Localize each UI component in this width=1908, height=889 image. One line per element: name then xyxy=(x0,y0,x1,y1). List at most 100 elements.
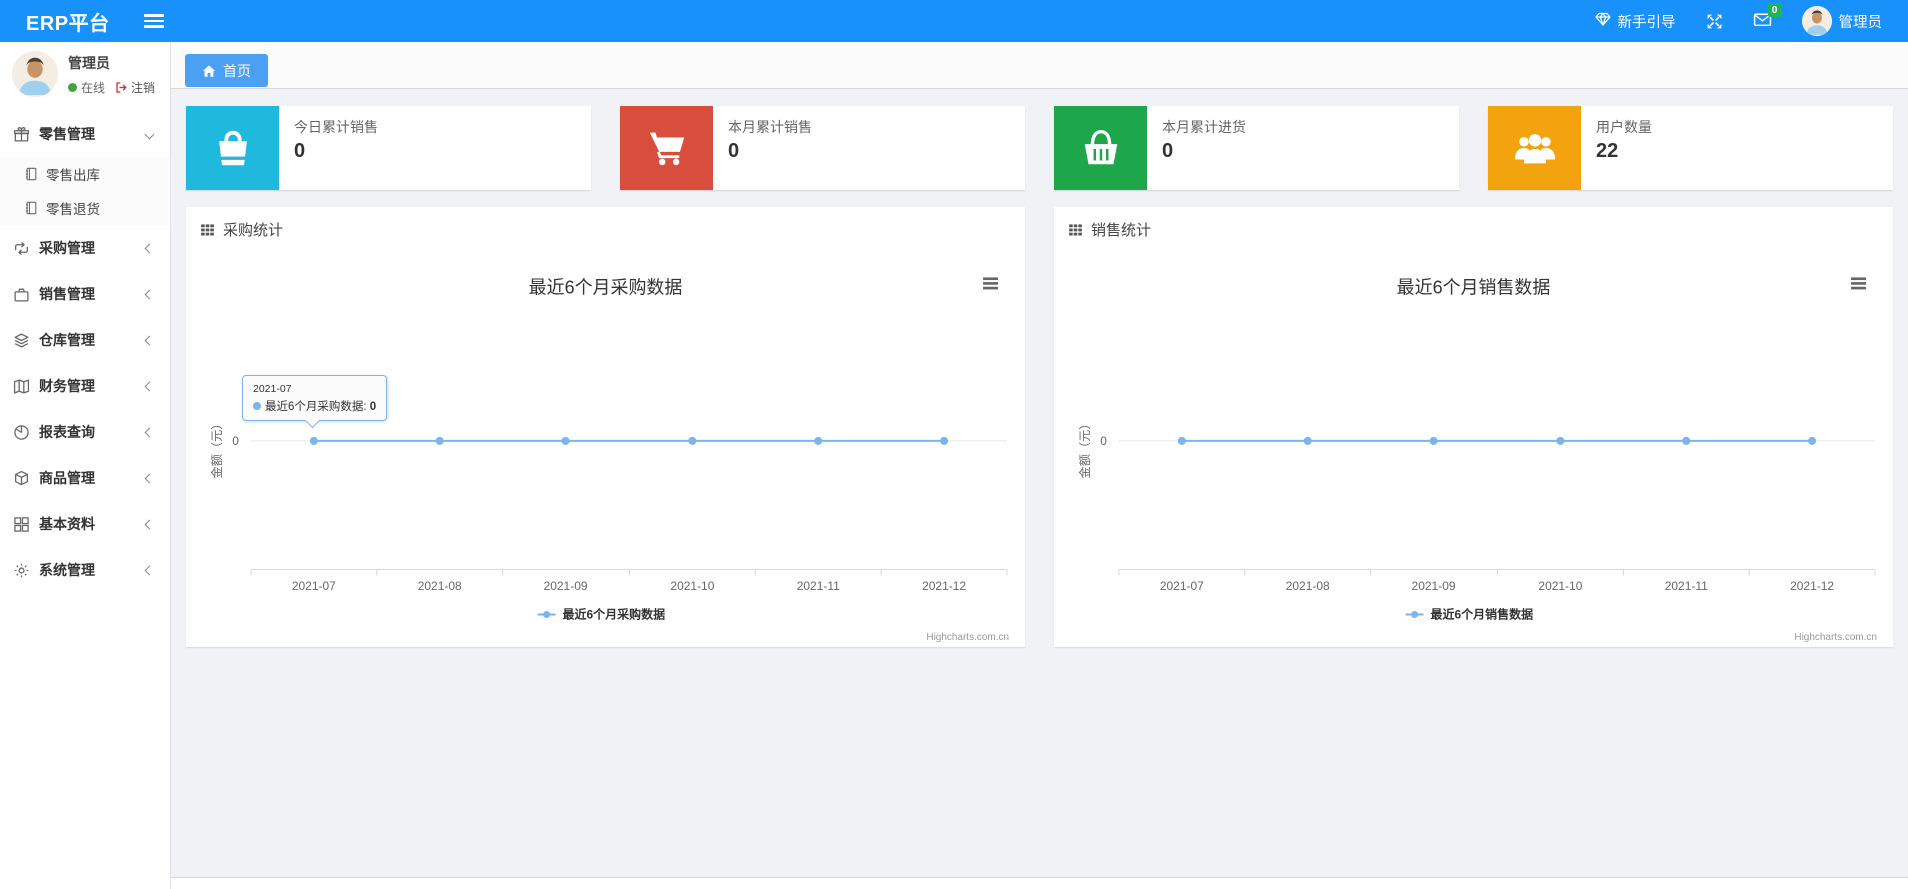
stat-value: 0 xyxy=(1162,140,1174,162)
main-area: 首页 今日累计销售 0 本月累计销售 0 本月累计进货 0 用户数量 22 采购… xyxy=(171,42,1908,889)
guide-label: 新手引导 xyxy=(1617,14,1676,31)
tab-home[interactable]: 首页 xyxy=(185,54,268,87)
purchase-chart: 最近6个月采购数据 金额（元） 0 2021-07 2021-08 2021-0… xyxy=(186,249,1025,647)
sidebar: 管理员 在线 注销 零售管理 零售出库 零售退货 采购管理 销售管理 仓库管理 … xyxy=(0,42,171,889)
tooltip-category: 2021-07 xyxy=(253,383,292,395)
x-axis xyxy=(250,568,1008,576)
sidebar-item-sales[interactable]: 销售管理 xyxy=(0,271,170,317)
chevron-left-icon xyxy=(144,473,155,483)
chevron-left-icon xyxy=(144,381,155,391)
sidebar-item-label: 零售退货 xyxy=(46,202,100,217)
sidebar-item-retail-return[interactable]: 零售退货 xyxy=(0,191,170,225)
online-dot-icon xyxy=(68,82,77,92)
retail-submenu: 零售出库 零售退货 xyxy=(0,157,170,225)
stat-label: 本月累计销售 xyxy=(728,119,812,135)
y-tick-label: 0 xyxy=(232,434,239,448)
svg-text:2021-09: 2021-09 xyxy=(544,579,588,593)
svg-text:2021-08: 2021-08 xyxy=(418,579,462,593)
grid-icon xyxy=(14,516,29,532)
avatar xyxy=(1801,6,1832,36)
briefcase-icon xyxy=(14,288,29,302)
app-logo[interactable]: ERP平台 xyxy=(0,7,132,36)
chevron-left-icon xyxy=(144,427,155,437)
legend-item[interactable]: 最近6个月采购数据 xyxy=(537,606,665,622)
user-menu[interactable]: 管理员 xyxy=(1801,6,1883,36)
layers-icon xyxy=(14,332,29,348)
stat-value: 0 xyxy=(728,140,740,162)
chart-title: 最近6个月采购数据 xyxy=(529,278,683,298)
box-icon xyxy=(15,470,28,485)
user-name: 管理员 xyxy=(68,54,110,71)
panel-title: 销售统计 xyxy=(1091,222,1152,239)
tab-bar: 首页 xyxy=(171,42,1908,89)
stat-card-today-sales: 今日累计销售 0 xyxy=(186,106,591,190)
users-icon xyxy=(1514,134,1555,164)
th-grid-icon xyxy=(1069,224,1082,236)
sidebar-item-label: 财务管理 xyxy=(39,378,95,394)
sidebar-item-retail-outbound[interactable]: 零售出库 xyxy=(0,157,170,191)
user-panel: 管理员 在线 注销 xyxy=(0,42,170,107)
gem-icon xyxy=(1594,11,1611,31)
sidebar-item-basic-data[interactable]: 基本资料 xyxy=(0,501,170,547)
purchase-stats-panel: 采购统计 最近6个月采购数据 金额（元） 0 2021-07 2021-08 2… xyxy=(186,207,1025,647)
sidebar-item-warehouse[interactable]: 仓库管理 xyxy=(0,317,170,363)
svg-text:2021-11: 2021-11 xyxy=(1665,579,1708,593)
svg-text:2021-10: 2021-10 xyxy=(1538,579,1582,593)
sales-chart: 最近6个月销售数据 金额（元） 0 2021-07 2021-08 2021-0… xyxy=(1054,249,1893,647)
chart-credit[interactable]: Highcharts.com.cn xyxy=(1794,632,1877,643)
guide-link[interactable]: 新手引导 xyxy=(1594,11,1676,32)
y-axis-title: 金额（元） xyxy=(209,418,224,479)
stat-card-user-count: 用户数量 22 xyxy=(1488,106,1893,190)
stat-card-month-sales: 本月累计销售 0 xyxy=(620,106,1025,190)
stats-row: 今日累计销售 0 本月累计销售 0 本月累计进货 0 用户数量 22 xyxy=(186,106,1893,190)
sidebar-toggle-button[interactable] xyxy=(143,11,164,31)
svg-text:最近6个月采购数据: 最近6个月采购数据 xyxy=(563,606,665,621)
y-axis-title: 金额（元） xyxy=(1077,418,1092,479)
stat-label: 用户数量 xyxy=(1596,119,1652,135)
sidebar-item-retail[interactable]: 零售管理 xyxy=(0,111,170,157)
sales-stats-panel: 销售统计 最近6个月销售数据 金额（元） 0 2021-07 2021-08 2… xyxy=(1054,207,1893,647)
chart-menu-button[interactable] xyxy=(1848,273,1869,294)
top-navbar: ERP平台 新手引导 0 管理员 xyxy=(0,0,1908,42)
sidebar-item-label: 报表查询 xyxy=(39,424,95,440)
page-content: 今日累计销售 0 本月累计销售 0 本月累计进货 0 用户数量 22 采购统计 … xyxy=(171,89,1908,877)
sidebar-item-finance[interactable]: 财务管理 xyxy=(0,363,170,409)
shopping-bag-icon xyxy=(218,130,247,166)
chevron-left-icon xyxy=(144,335,155,345)
map-icon xyxy=(13,378,30,394)
chart-menu-button[interactable] xyxy=(980,273,1001,294)
gift-icon xyxy=(13,126,30,142)
chart-tooltip: 2021-07 最近6个月采购数据: 0 xyxy=(242,375,388,421)
series-dot-icon xyxy=(253,402,261,410)
sidebar-item-products[interactable]: 商品管理 xyxy=(0,455,170,501)
stat-label: 本月累计进货 xyxy=(1162,119,1246,135)
sidebar-item-label: 系统管理 xyxy=(39,562,95,578)
x-axis-labels: 2021-07 2021-08 2021-09 2021-10 2021-11 … xyxy=(1160,579,1834,593)
sidebar-item-system[interactable]: 系统管理 xyxy=(0,547,170,593)
line-chart: 最近6个月销售数据 金额（元） 0 2021-07 2021-08 2021-0… xyxy=(1077,273,1877,643)
pie-chart-icon xyxy=(14,424,29,440)
svg-text:2021-12: 2021-12 xyxy=(1790,579,1834,593)
legend-item[interactable]: 最近6个月销售数据 xyxy=(1405,606,1533,622)
svg-text:2021-08: 2021-08 xyxy=(1286,579,1330,593)
envelope-icon xyxy=(1753,12,1772,32)
sidebar-item-purchase[interactable]: 采购管理 xyxy=(0,225,170,271)
journal-icon xyxy=(25,201,37,215)
gear-icon xyxy=(14,563,29,577)
tooltip-value: 0 xyxy=(369,401,377,413)
home-icon xyxy=(202,64,216,77)
svg-text:2021-07: 2021-07 xyxy=(292,579,336,593)
sidebar-menu: 零售管理 零售出库 零售退货 采购管理 销售管理 仓库管理 财务管理 报表查询 … xyxy=(0,111,170,593)
fullscreen-button[interactable] xyxy=(1706,13,1723,30)
logout-link[interactable]: 注销 xyxy=(115,79,155,96)
shopping-cart-icon xyxy=(649,132,684,166)
sidebar-item-reports[interactable]: 报表查询 xyxy=(0,409,170,455)
chart-credit[interactable]: Highcharts.com.cn xyxy=(926,632,1009,643)
chart-title: 最近6个月销售数据 xyxy=(1397,278,1551,298)
shopping-basket-icon xyxy=(1084,129,1117,165)
username-label: 管理员 xyxy=(1838,14,1883,31)
stat-card-month-purchase: 本月累计进货 0 xyxy=(1054,106,1459,190)
sidebar-item-label: 销售管理 xyxy=(39,286,95,302)
messages-button[interactable]: 0 xyxy=(1753,2,1782,32)
tab-label: 首页 xyxy=(223,62,251,79)
